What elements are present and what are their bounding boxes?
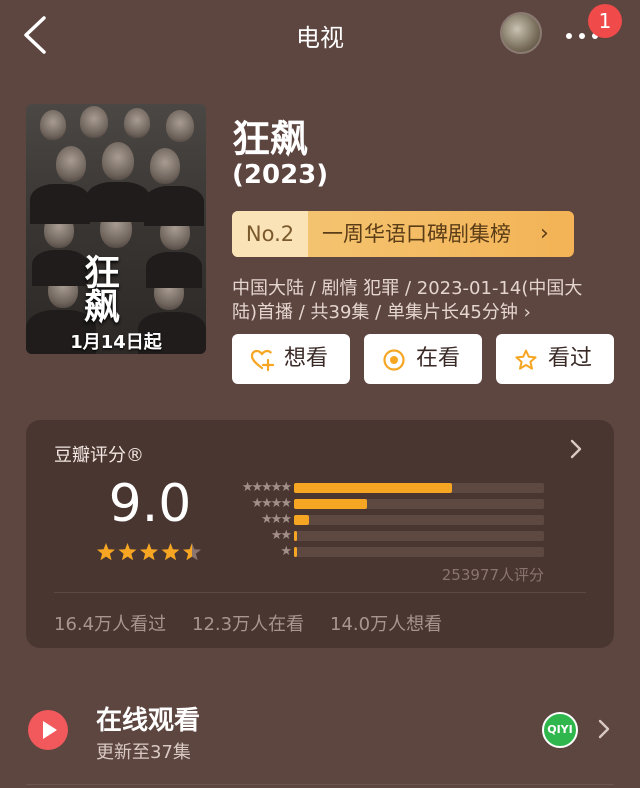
distribution-stars-label: ★★★★★ bbox=[241, 480, 292, 495]
poster-title-art: 狂飙 bbox=[84, 252, 121, 328]
show-title: 狂飙 bbox=[232, 117, 309, 161]
watching-label: 在看 bbox=[416, 346, 461, 371]
watch-online-title[interactable]: 在线观看 bbox=[96, 700, 200, 737]
distribution-stars-label: ★★★★ bbox=[251, 496, 292, 511]
distribution-stars-label: ★★ bbox=[270, 528, 292, 543]
distribution-row: ★★★ bbox=[222, 512, 552, 527]
poster-date: 1月14日起 bbox=[70, 332, 162, 353]
distribution-bar bbox=[294, 531, 297, 541]
rating-star bbox=[118, 543, 137, 561]
distribution-row: ★ bbox=[222, 544, 552, 559]
distribution-bar bbox=[294, 547, 297, 557]
divider bbox=[54, 592, 586, 593]
show-year: (2023) bbox=[232, 160, 329, 190]
distribution-stars-label: ★ bbox=[280, 544, 292, 559]
distribution-track bbox=[294, 531, 544, 541]
heart-plus-icon bbox=[250, 349, 274, 372]
divider bbox=[26, 784, 614, 785]
vote-count: 253977人评分 bbox=[441, 566, 544, 584]
show-info-line-1[interactable]: 中国大陆 / 剧情 犯罪 / 2023-01-14(中国大 bbox=[232, 274, 582, 300]
play-icon[interactable] bbox=[28, 710, 68, 750]
chevron-right-icon[interactable] bbox=[596, 716, 612, 742]
distribution-bar bbox=[294, 499, 367, 509]
rating-star bbox=[161, 543, 180, 561]
rating-star bbox=[183, 543, 201, 561]
rating-star bbox=[97, 543, 115, 561]
distribution-bar bbox=[294, 483, 452, 493]
chevron-right-icon: › bbox=[540, 221, 549, 246]
rating-star bbox=[140, 543, 158, 561]
distribution-track bbox=[294, 515, 544, 525]
notification-badge: 1 bbox=[588, 4, 622, 38]
chevron-right-icon[interactable] bbox=[566, 436, 586, 462]
rank-label: 一周华语口碑剧集榜 bbox=[322, 222, 511, 246]
watched-label: 看过 bbox=[548, 346, 593, 371]
avatar[interactable] bbox=[500, 12, 542, 54]
distribution-stars-label: ★★★ bbox=[261, 512, 292, 527]
target-circle-icon bbox=[383, 349, 405, 371]
want-count: 14.0万人想看 bbox=[330, 614, 443, 635]
distribution-bar bbox=[294, 515, 309, 525]
distribution-track bbox=[294, 547, 544, 557]
rank-number: No.2 bbox=[232, 211, 308, 257]
star-outline-icon bbox=[515, 349, 537, 370]
distribution-row: ★★★★ bbox=[222, 496, 552, 511]
rating-stars bbox=[97, 543, 201, 561]
rating-score: 9.0 bbox=[108, 474, 192, 534]
want-to-watch-label: 想看 bbox=[284, 346, 329, 371]
rating-source-label: 豆瓣评分® bbox=[54, 445, 144, 466]
want-to-watch-button[interactable]: 想看 bbox=[232, 334, 350, 384]
show-info-line-2[interactable]: 陆)首播 / 共39集 / 单集片长45分钟 › bbox=[232, 298, 531, 324]
watched-button[interactable]: 看过 bbox=[496, 334, 614, 384]
watch-online-subtitle: 更新至37集 bbox=[96, 742, 191, 763]
watched-count: 16.4万人看过 bbox=[54, 614, 167, 635]
page-title: 电视 bbox=[296, 24, 344, 52]
watching-count: 12.3万人在看 bbox=[192, 614, 305, 635]
distribution-track bbox=[294, 499, 544, 509]
platform-logo-icon[interactable]: QIYI bbox=[542, 712, 578, 748]
distribution-track bbox=[294, 483, 544, 493]
rank-badge[interactable]: No.2 一周华语口碑剧集榜 › bbox=[232, 211, 574, 257]
watching-button[interactable]: 在看 bbox=[364, 334, 482, 384]
distribution-row: ★★ bbox=[222, 528, 552, 543]
distribution-row: ★★★★★ bbox=[222, 480, 552, 495]
